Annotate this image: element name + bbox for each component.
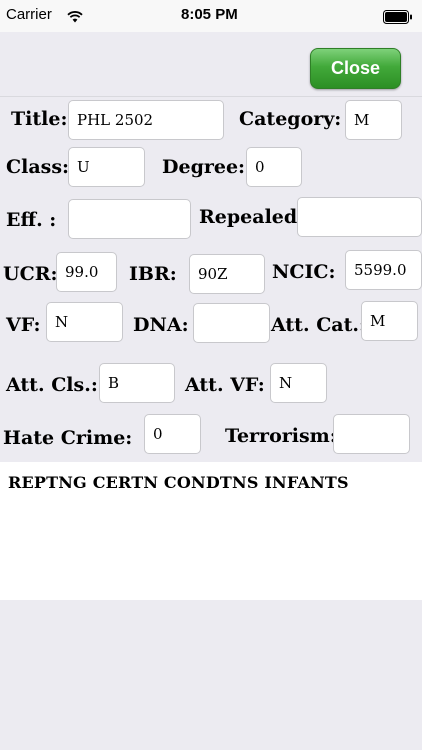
att-cat-field[interactable]: M [361, 301, 418, 341]
vf-label: VF: [6, 314, 41, 336]
wifi-icon [67, 8, 83, 27]
terrorism-field[interactable] [333, 414, 410, 454]
status-bar: Carrier 8:05 PM [0, 0, 422, 32]
category-label: Category: [239, 108, 342, 130]
eff-field[interactable] [68, 199, 191, 239]
repealed-label: Repealed: [199, 206, 305, 228]
class-field[interactable]: U [68, 147, 145, 187]
vf-field[interactable]: N [46, 302, 123, 342]
dna-field[interactable] [193, 303, 270, 343]
title-field[interactable]: PHL 2502 [68, 100, 224, 140]
degree-label: Degree: [162, 156, 246, 178]
carrier-label: Carrier [6, 6, 52, 23]
ucr-field[interactable]: 99.0 [56, 252, 117, 292]
dna-label: DNA: [133, 314, 189, 336]
close-button[interactable]: Close [310, 48, 401, 89]
category-field[interactable]: M [345, 100, 402, 140]
terrorism-label: Terrorism: [225, 425, 337, 447]
eff-label: Eff. : [6, 209, 57, 231]
att-vf-label: Att. VF: [185, 374, 265, 396]
ncic-field[interactable]: 5599.0 [345, 250, 422, 290]
title-label: Title: [11, 108, 68, 130]
hate-crime-field[interactable]: 0 [144, 414, 201, 454]
ibr-label: IBR: [129, 263, 177, 285]
degree-field[interactable]: 0 [246, 147, 302, 187]
ncic-label: NCIC: [272, 261, 336, 283]
att-cls-field[interactable]: B [99, 363, 175, 403]
att-vf-field[interactable]: N [270, 363, 327, 403]
ibr-field[interactable]: 90Z [189, 254, 265, 294]
description-text: REPTNG CERTN CONDTNS INFANTS [8, 473, 349, 492]
hate-crime-label: Hate Crime: [3, 427, 133, 449]
clock-label: 8:05 PM [181, 6, 238, 23]
battery-icon [383, 9, 413, 28]
class-label: Class: [6, 156, 70, 178]
att-cat-label: Att. Cat.: [271, 314, 367, 336]
att-cls-label: Att. Cls.: [6, 374, 98, 396]
ucr-label: UCR: [3, 263, 58, 285]
repealed-field[interactable] [297, 197, 422, 237]
